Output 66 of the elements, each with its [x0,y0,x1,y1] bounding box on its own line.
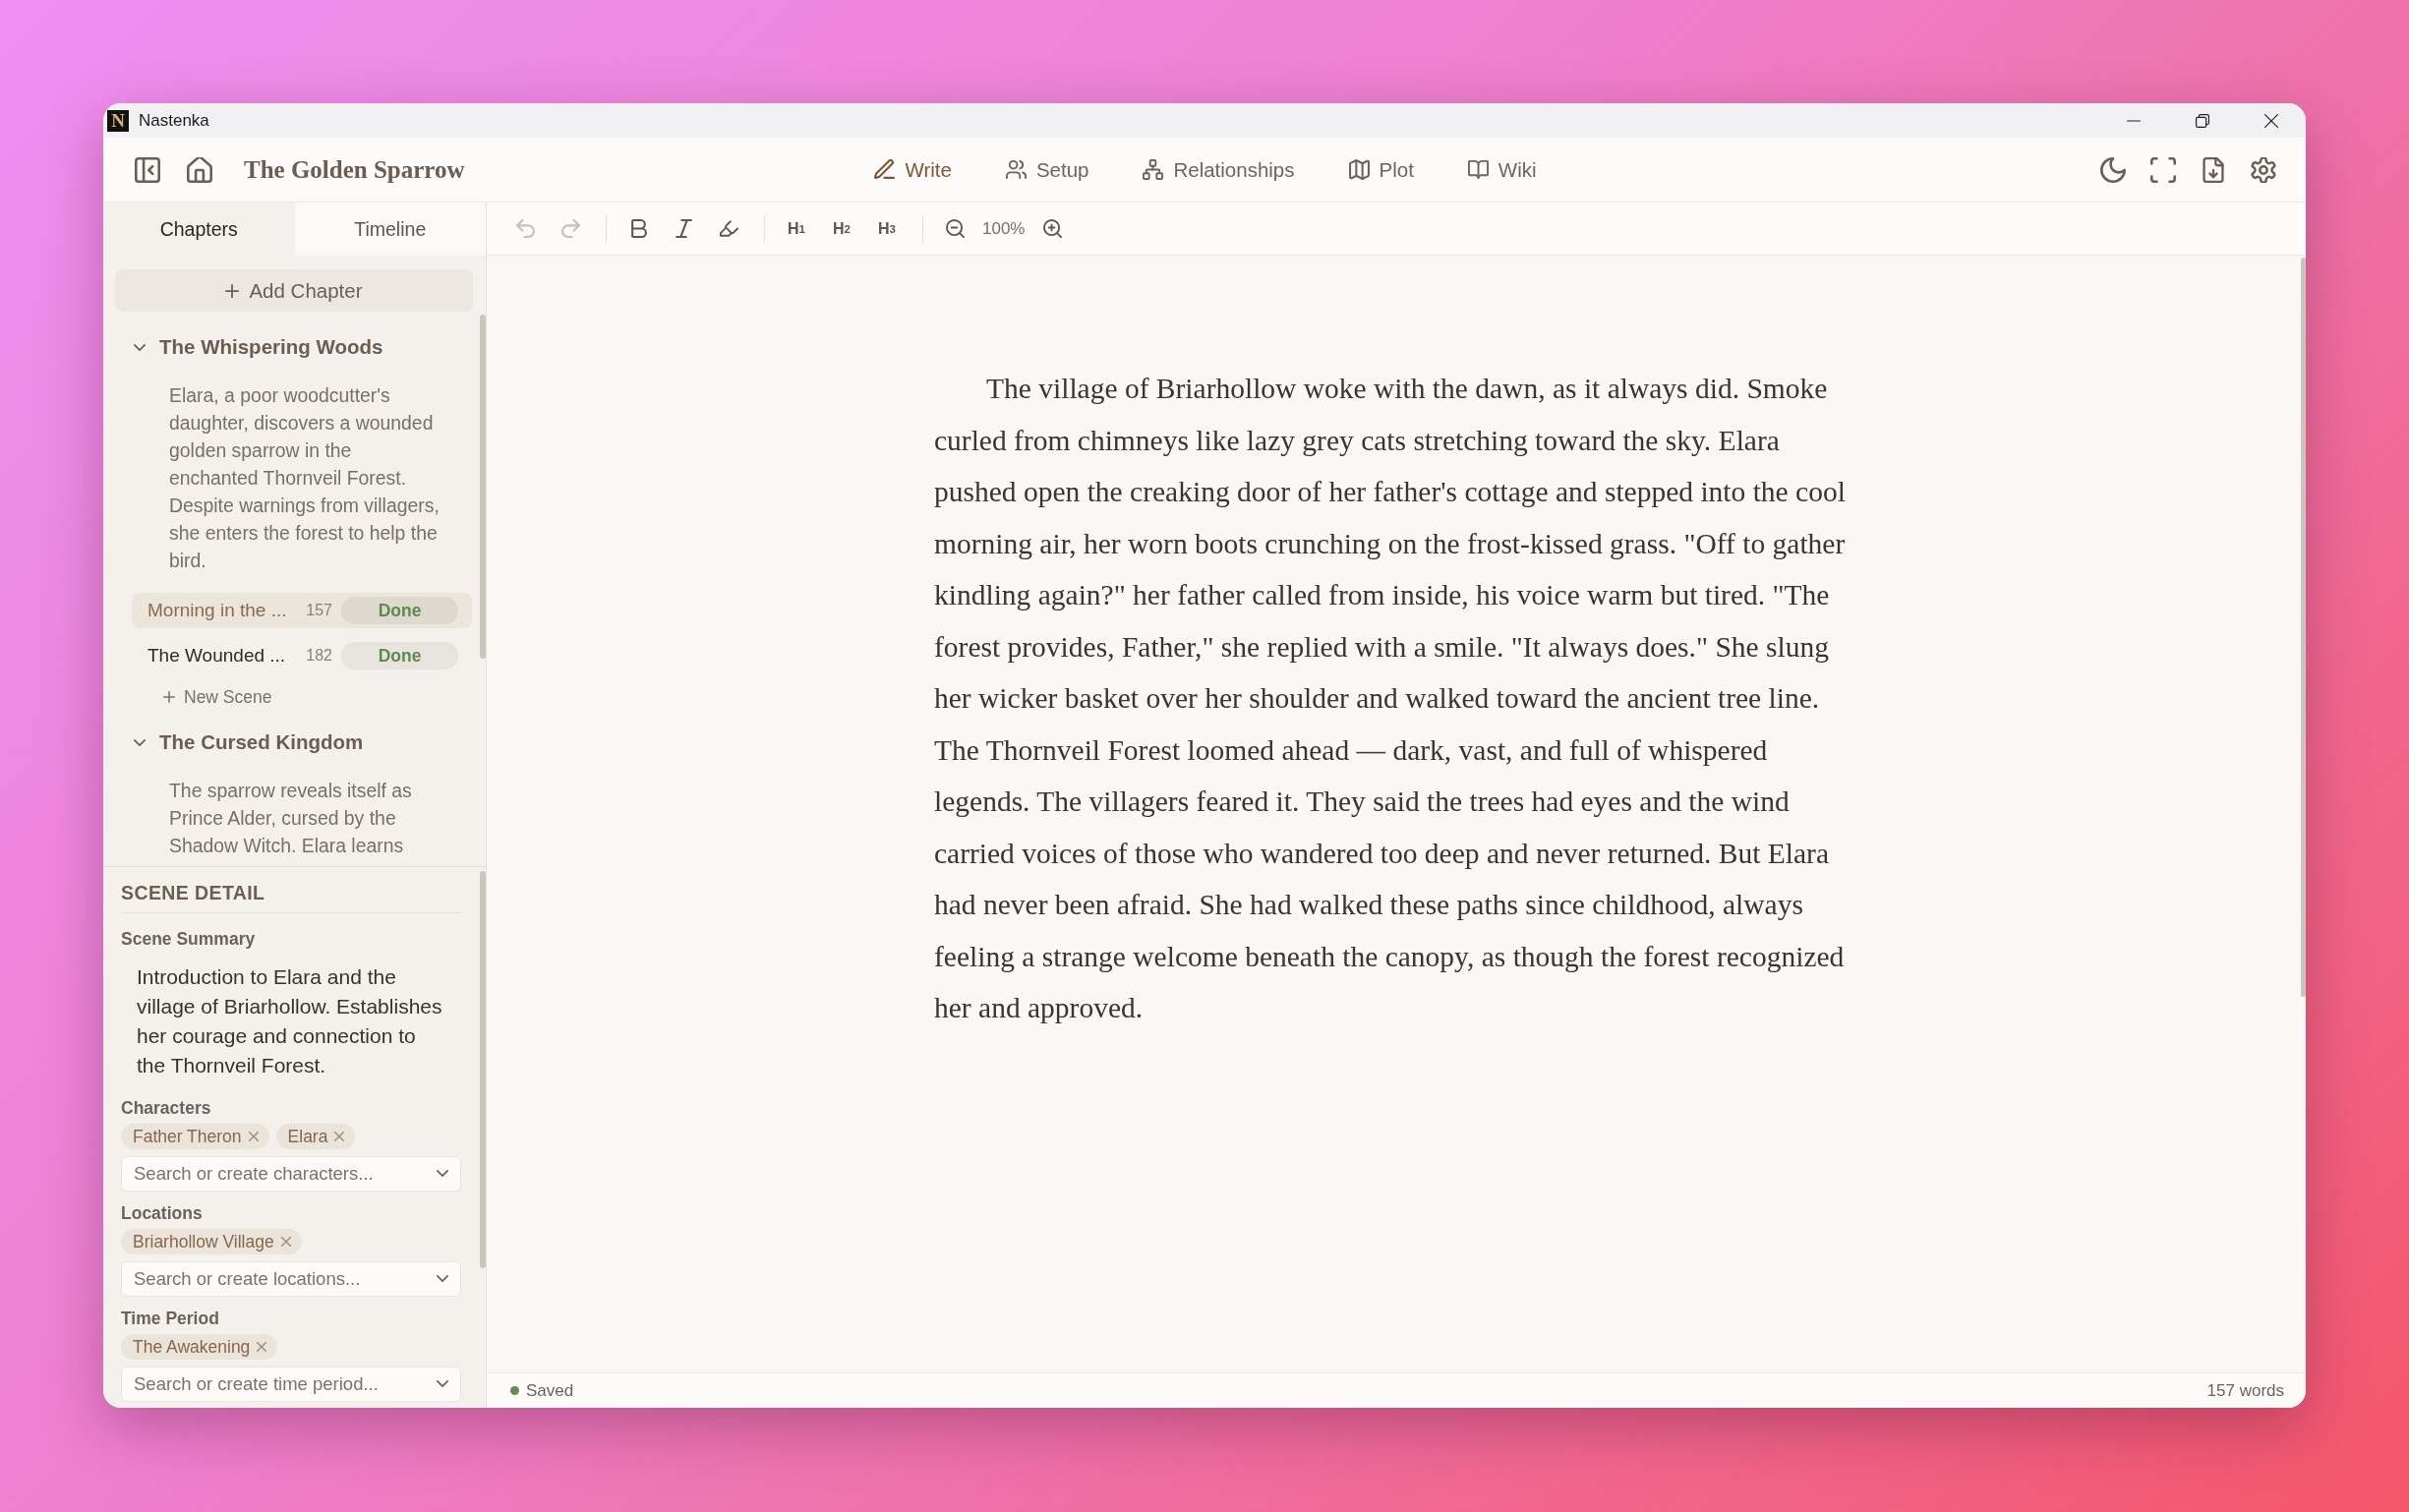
chapter-title[interactable]: The Whispering Woods [103,327,383,367]
search-field[interactable]: Search or create characters... [121,1156,461,1192]
nav-tab[interactable]: Write [874,157,952,182]
map-icon [1348,159,1370,180]
panel-icon[interactable] [135,156,160,183]
scrollbar-thumb[interactable] [2301,258,2306,997]
moon-icon[interactable] [2100,156,2126,183]
scene-title: Morning in the ... [147,600,288,621]
chevron-down-icon[interactable] [437,1380,448,1387]
chapter-summary: Elara, a poor woodcutter's daughter, discovers a wounded golden sparrow in the enchanted Thornveil Forest. Despite warnings from villagers, she enters the forest to help the bird. [169,383,441,573]
new-scene-button[interactable]: New Scene [103,683,272,711]
restore-icon[interactable] [2196,113,2209,128]
file-download-icon[interactable] [2201,156,2226,183]
field-label: Scene Summary [121,929,257,949]
settings-icon[interactable] [2251,156,2276,183]
scene-item[interactable]: Morning in the ... 157 Done [132,593,472,628]
chevron-down-icon[interactable] [437,1275,448,1282]
scene-item[interactable]: The Wounded ... 182 Done [132,638,472,673]
pencil-icon [874,159,896,180]
status-badge: Done [341,597,458,624]
scene-summary-text[interactable]: Introduction to Elara and the village of Briarhollow. Establishes her courage and connection to the Thornveil Forest. [121,962,461,1080]
italic-icon[interactable] [674,219,693,238]
highlighter-icon[interactable] [719,219,738,238]
plus-icon [163,691,175,703]
chapter-summary: The sparrow reveals itself as Prince Alder, cursed by the Shadow Witch. Elara learns [169,779,413,858]
plus-icon [225,283,240,298]
save-status: Saved [526,1380,574,1401]
chevron-down-icon[interactable] [437,1170,448,1177]
nav-tab[interactable]: Relationships [1143,157,1295,182]
home-icon[interactable] [187,156,212,183]
app-logo: N [107,109,129,132]
corners-icon[interactable] [2150,156,2176,183]
tag-label: The Awakening [133,1336,251,1358]
zoom-level: 100% [982,218,1026,239]
story-paragraph: The village of Briarhollow woke with the dawn, as it always did. Smoke curled from chimneys like lazy grey cats stretching toward the sky. Elara pushed open the creaking door of her father's cottage and stepped into the cool morning air, her worn boots crunching on the frost-kissed grass. "Off to gather kindling again?" her father called from inside, his voice warm but tired. "The forest provides, Father," she replied with a smile. "It always does." She slung her wicker basket over her shoulder and walked toward the ancient tree line. The Thornveil Forest loomed ahead — dark, vast, and full of whispered legends. The villagers feared it. They said the trees had eyes and the wind carried voices of those who wandered too deep and never returned. But Elara had never been afraid. She had walked these paths since childhood, always feeling a strange welcome beneath the canopy, as though the forest recognized her and approved. [934,372,1847,1025]
nav-tab[interactable]: Wiki [1467,157,1537,182]
people-icon [1005,159,1027,180]
nav-tab[interactable]: Setup [1005,157,1089,182]
search-field[interactable]: Search or create time period... [121,1367,461,1402]
close-icon[interactable] [2264,113,2278,128]
word-count: 157 [306,602,332,619]
nav-tab[interactable]: Plot [1348,157,1414,182]
sidebar-tab[interactable]: Timeline [294,203,486,256]
chapter-title[interactable]: The Cursed Kingdom [103,723,364,762]
scrollbar-thumb[interactable] [480,315,486,659]
add-chapter-button[interactable]: Add Chapter [115,269,473,312]
tag-label: Father Theron [133,1126,242,1147]
field-label: Locations [121,1203,204,1223]
project-title: The Golden Sparrow [244,155,465,184]
scene-title: The Wounded ... [147,645,287,667]
zoom-out-icon[interactable] [945,219,965,238]
scrollbar-thumb[interactable] [480,871,486,1268]
word-count: 182 [306,647,332,665]
search-field[interactable]: Search or create locations... [121,1261,461,1297]
field-label: Time Period [121,1308,220,1328]
word-count: 157 words [2206,1380,2284,1401]
tag-label: Briarhollow Village [133,1231,274,1252]
window-title: Nastenka [139,110,209,131]
book-icon [1467,159,1489,180]
section-heading: SCENE DETAIL [121,881,266,904]
hierarchy-icon [1143,159,1164,180]
bold-icon[interactable] [628,219,648,238]
zoom-in-icon[interactable] [1043,219,1062,238]
tag-label: Elara [287,1126,328,1147]
status-badge: Done [341,642,458,669]
field-label: Characters [121,1098,212,1118]
